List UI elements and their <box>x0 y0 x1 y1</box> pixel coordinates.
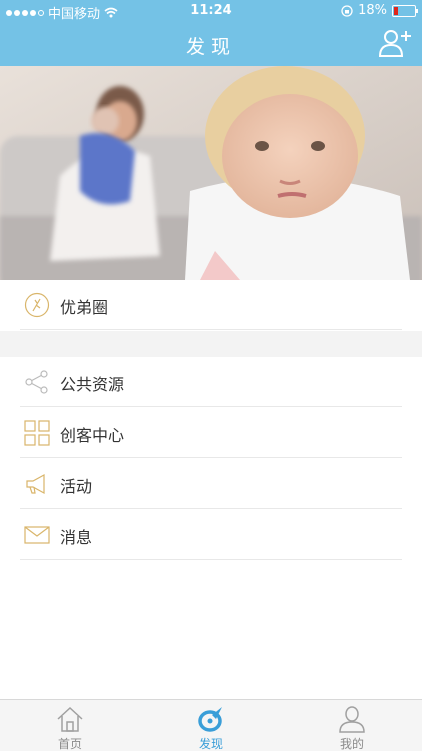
page-title: 发现 <box>185 36 236 58</box>
menu-item-label: 消息 <box>60 528 93 547</box>
menu-item-label: 公共资源 <box>60 375 125 394</box>
menu-item-maker-center[interactable]: 创客中心 <box>0 408 422 458</box>
grid-icon <box>24 420 50 446</box>
compass-icon <box>198 707 222 732</box>
menu-item-public-resources[interactable]: 公共资源 <box>0 357 422 407</box>
nav-bar: 发现 <box>0 22 422 66</box>
divider <box>20 508 402 509</box>
divider <box>20 329 402 330</box>
circle-pen-icon <box>24 292 50 318</box>
menu-item-activities[interactable]: 活动 <box>0 459 422 509</box>
divider <box>20 559 402 560</box>
banner-image[interactable] <box>0 66 422 280</box>
megaphone-icon <box>26 473 45 495</box>
battery-group: 18% <box>341 3 418 18</box>
battery-icon <box>392 4 418 17</box>
menu-item-label: 创客中心 <box>60 426 125 445</box>
menu-item-label: 优弟圈 <box>60 298 109 317</box>
home-icon <box>57 706 83 732</box>
mail-icon <box>24 526 50 544</box>
menu-item-youdi-circle[interactable]: 优弟圈 <box>0 280 422 330</box>
tab-label: 我的 <box>339 737 364 751</box>
battery-percent: 18% <box>358 3 387 18</box>
menu-item-label: 活动 <box>60 477 93 496</box>
tab-discover[interactable]: 发现 <box>141 700 281 751</box>
add-user-icon[interactable] <box>378 28 412 58</box>
menu-item-messages[interactable]: 消息 <box>0 510 422 560</box>
share-icon <box>25 370 48 394</box>
tab-bar: 首页 发现 我的 <box>0 699 422 751</box>
divider <box>20 457 402 458</box>
tab-home[interactable]: 首页 <box>0 700 140 751</box>
tab-mine[interactable]: 我的 <box>282 700 422 751</box>
section-gap <box>0 331 422 357</box>
tab-label: 发现 <box>198 737 223 751</box>
divider <box>20 406 402 407</box>
user-icon <box>339 706 365 733</box>
tab-label: 首页 <box>57 737 82 751</box>
rotation-lock-icon <box>341 4 353 17</box>
status-bar: 中国移动 11:24 18% <box>0 0 422 22</box>
